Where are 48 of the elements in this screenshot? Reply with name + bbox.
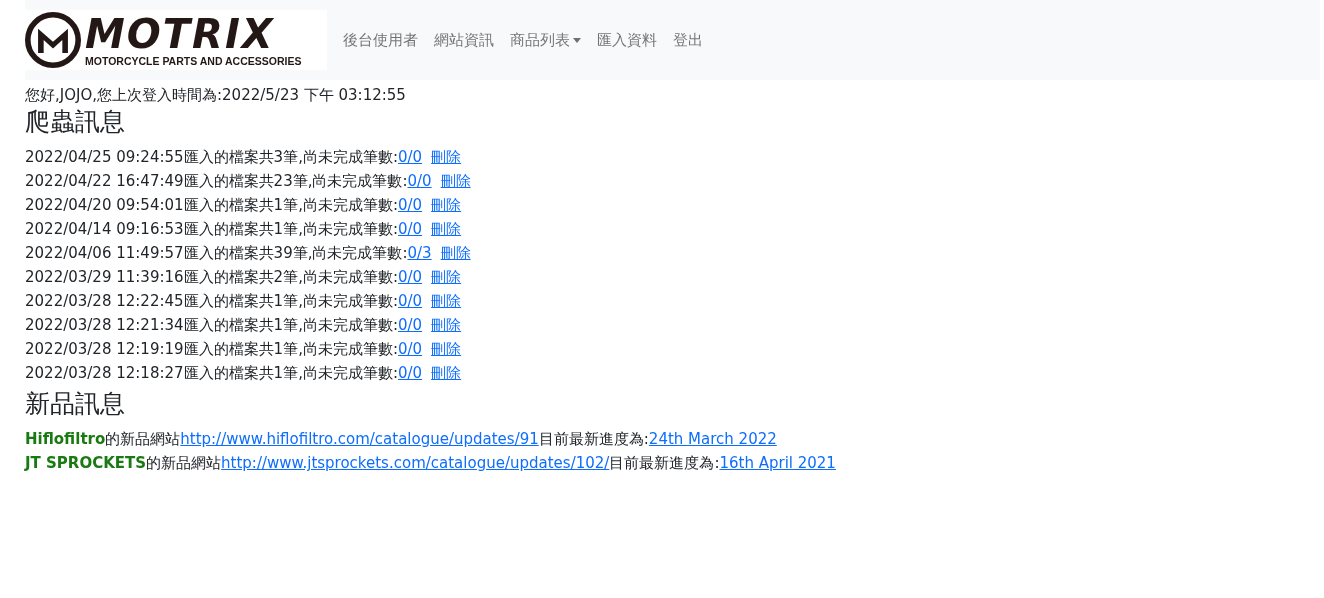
- delete-link[interactable]: 刪除: [431, 220, 462, 238]
- import-log-line: 2022/04/25 09:24:55匯入的檔案共3筆,尚未完成筆數:0/0 刪除: [25, 147, 462, 168]
- dropdown-toggle[interactable]: 商品列表: [510, 30, 581, 50]
- delete-link[interactable]: 刪除: [431, 196, 462, 214]
- progress-link[interactable]: 0/0: [397, 292, 423, 310]
- new-product-line: Hiflofiltro的新品網站http://www.hiflofiltro.com/catalogue/updates/91目前最新進度為:24th March 2022: [25, 429, 777, 450]
- url-link[interactable]: http://www.hiflofiltro.com/catalogue/updates/91: [180, 430, 539, 448]
- nav-link[interactable]: 登出: [673, 30, 703, 50]
- delete-link[interactable]: 刪除: [431, 268, 462, 286]
- caret-icon: [573, 37, 581, 43]
- progress-link[interactable]: 0/0: [397, 148, 423, 166]
- section-heading: 新品訊息: [25, 389, 126, 419]
- progress-link[interactable]: 0/0: [397, 364, 423, 382]
- nav-link[interactable]: 網站資訊: [434, 30, 494, 50]
- new-product-line: JT SPROCKETS的新品網站http://www.jtsprockets.com/catalogue/updates/102/目前最新進度為:16th April 2021: [25, 453, 836, 474]
- progress-link[interactable]: 0/0: [407, 172, 432, 190]
- logo-tagline: MOTORCYCLE PARTS AND ACCESSORIES: [85, 55, 302, 67]
- delete-link[interactable]: 刪除: [431, 148, 462, 166]
- delete-link[interactable]: 刪除: [440, 244, 471, 262]
- delete-link[interactable]: 刪除: [431, 340, 462, 358]
- progress-link[interactable]: 0/0: [397, 268, 423, 286]
- date-link[interactable]: 24th March 2022: [648, 430, 777, 448]
- import-log-line: 2022/03/28 12:19:19匯入的檔案共1筆,尚未完成筆數:0/0 刪除: [25, 339, 462, 360]
- import-log-line: 2022/03/29 11:39:16匯入的檔案共2筆,尚未完成筆數:0/0 刪除: [25, 267, 462, 288]
- progress-link[interactable]: 0/3: [407, 244, 432, 262]
- url-link[interactable]: http://www.jtsprockets.com/catalogue/updates/102/: [221, 454, 610, 472]
- delete-link[interactable]: 刪除: [440, 172, 471, 190]
- delete-link[interactable]: 刪除: [431, 292, 462, 310]
- progress-link[interactable]: 0/0: [397, 316, 423, 334]
- section-heading: 爬蟲訊息: [25, 107, 126, 137]
- import-log-line: 2022/04/20 09:54:01匯入的檔案共1筆,尚未完成筆數:0/0 刪除: [25, 195, 462, 216]
- nav-link[interactable]: 後台使用者: [343, 30, 418, 50]
- import-log-line: 2022/04/14 09:16:53匯入的檔案共1筆,尚未完成筆數:0/0 刪除: [25, 219, 462, 240]
- progress-link[interactable]: 0/0: [397, 340, 423, 358]
- delete-link[interactable]: 刪除: [431, 364, 462, 382]
- nav-link[interactable]: 匯入資料: [597, 30, 657, 50]
- import-log-line: 2022/04/22 16:47:49匯入的檔案共23筆,尚未完成筆數:0/0 刪除: [25, 171, 471, 192]
- progress-link[interactable]: 0/0: [397, 196, 423, 214]
- import-log-line: 2022/04/06 11:49:57匯入的檔案共39筆,尚未完成筆數:0/3 刪除: [25, 243, 471, 264]
- delete-link[interactable]: 刪除: [431, 316, 462, 334]
- import-log-line: 2022/03/28 12:21:34匯入的檔案共1筆,尚未完成筆數:0/0 刪除: [25, 315, 462, 336]
- date-link[interactable]: 16th April 2021: [719, 454, 836, 472]
- progress-link[interactable]: 0/0: [397, 220, 423, 238]
- greeting-text: 您好,JOJO,您上次登入時間為:2022/5/23 下午 03:12:55: [25, 85, 407, 106]
- logo-icon: [25, 12, 81, 68]
- import-log-line: 2022/03/28 12:22:45匯入的檔案共1筆,尚未完成筆數:0/0 刪除: [25, 291, 462, 312]
- logo-wordmark: MOTRIX: [85, 13, 275, 55]
- import-log-line: 2022/03/28 12:18:27匯入的檔案共1筆,尚未完成筆數:0/0 刪除: [25, 363, 462, 384]
